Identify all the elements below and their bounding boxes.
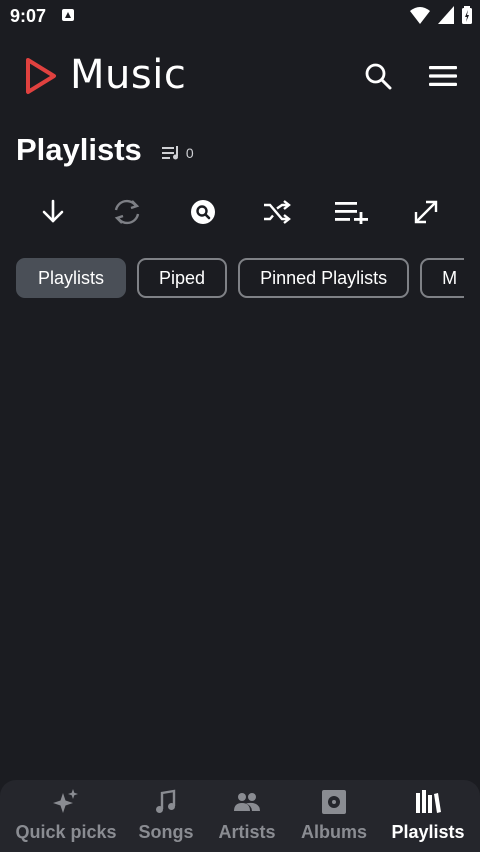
nav-playlists[interactable]: Playlists	[384, 780, 472, 852]
nav-label: Quick picks	[15, 822, 117, 842]
search-circle-icon	[191, 200, 215, 224]
playlist-add-icon	[335, 202, 368, 224]
battery-icon	[462, 6, 472, 24]
library-icon	[416, 790, 441, 813]
page-header: Playlists 0	[16, 128, 194, 172]
page-title: Playlists	[16, 132, 142, 167]
nav-label: Artists	[218, 822, 276, 842]
shuffle-button[interactable]	[255, 190, 299, 234]
add-playlist-button[interactable]	[330, 190, 374, 234]
search-button[interactable]	[360, 58, 396, 94]
music-note-icon	[156, 789, 176, 813]
status-bar: 9:07	[0, 0, 480, 34]
menu-icon	[429, 66, 457, 86]
download-button[interactable]	[31, 190, 75, 234]
shuffle-icon	[264, 200, 291, 224]
queue-music-icon	[161, 146, 178, 160]
notification-icon	[62, 9, 74, 21]
chip-piped[interactable]: Piped	[137, 258, 228, 298]
sync-icon	[114, 199, 140, 225]
playlist-count: 0	[161, 145, 194, 161]
bottom-navigation: Quick picks Songs Artists Albums Playlis…	[0, 780, 480, 852]
app-title: Music	[70, 52, 187, 98]
search-icon	[365, 63, 392, 90]
status-indicators	[410, 6, 472, 24]
filter-chips: Playlists Piped Pinned Playlists M	[16, 258, 464, 302]
search-playlists-button[interactable]	[181, 190, 225, 234]
nav-label: Playlists	[391, 822, 465, 842]
signal-icon	[438, 6, 454, 24]
nav-label: Albums	[300, 822, 367, 842]
album-icon	[322, 790, 346, 814]
app-logo-icon	[26, 58, 56, 94]
download-icon	[42, 199, 64, 223]
chip-more[interactable]: M	[420, 258, 464, 298]
chip-playlists[interactable]: Playlists	[16, 258, 127, 298]
chip-pinned-playlists[interactable]: Pinned Playlists	[238, 258, 410, 298]
nav-artists[interactable]: Artists	[212, 780, 282, 852]
nav-label: Songs	[138, 822, 194, 842]
people-icon	[234, 793, 260, 811]
action-toolbar	[0, 190, 480, 234]
status-time: 9:07	[10, 6, 47, 26]
nav-albums[interactable]: Albums	[296, 780, 372, 852]
expand-button[interactable]	[404, 190, 448, 234]
playlist-count-value: 0	[185, 145, 194, 161]
nav-songs[interactable]: Songs	[134, 780, 198, 852]
nav-quick-picks[interactable]: Quick picks	[12, 780, 120, 852]
wifi-icon	[410, 7, 430, 24]
expand-icon	[414, 200, 438, 224]
sparkle-icon	[53, 789, 78, 813]
sync-button[interactable]	[105, 190, 149, 234]
menu-button[interactable]	[425, 58, 461, 94]
app-bar: Music	[0, 48, 480, 104]
